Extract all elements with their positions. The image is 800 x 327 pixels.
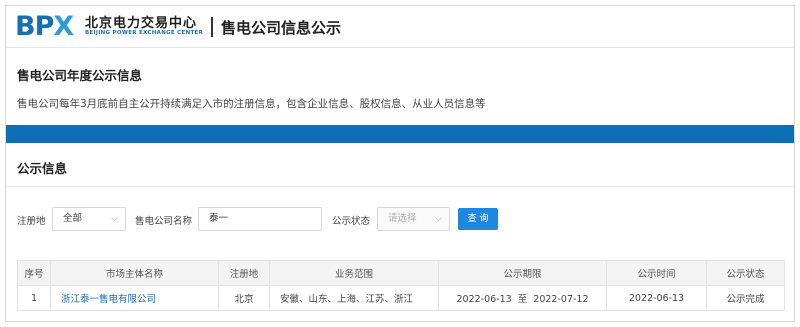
annual-section-title: 售电公司年度公示信息 <box>17 68 143 83</box>
cell-scope: 安徽、山东、上海、江苏、浙江 <box>269 285 439 311</box>
blue-banner-bar <box>6 125 794 143</box>
cell-status: 公示完成 <box>706 285 785 311</box>
chevron-down-icon: ⌵ <box>111 214 118 224</box>
annual-section-description: 售电公司每年3月底前自主公开持续满足入市的注册信息，包含企业信息、股权信息、从业… <box>17 98 486 110</box>
region-select-value: 全部 <box>63 213 83 224</box>
bpx-logo[interactable]: BPX <box>15 10 74 42</box>
cell-date: 2022-06-13 <box>606 285 707 311</box>
cell-name: 浙江泰一售电有限公司 <box>50 285 219 311</box>
column-header-region: 注册地 <box>218 260 270 286</box>
page-frame: BPX 北京电力交易中心 BEIJING POWER EXCHANGE CENT… <box>5 5 795 322</box>
column-header-period: 公示期限 <box>438 260 607 286</box>
section-divider <box>6 186 794 187</box>
column-header-name: 市场主体名称 <box>50 260 219 286</box>
cell-period: 2022-06-13 至 2022-07-12 <box>438 285 607 311</box>
table-row: 1 浙江泰一售电有限公司 北京 安徽、山东、上海、江苏、浙江 2022-06-1… <box>17 285 785 311</box>
column-header-scope: 业务范围 <box>269 260 439 286</box>
cell-region: 北京 <box>218 285 270 311</box>
company-name-value: 泰一 <box>209 213 229 224</box>
company-link[interactable]: 浙江泰一售电有限公司 <box>61 294 156 305</box>
region-filter-label: 注册地 <box>17 216 46 227</box>
logo-mark-text: BPX <box>15 10 74 42</box>
cell-index: 1 <box>17 285 51 311</box>
public-info-table: 序号 市场主体名称 注册地 业务范围 公示期限 公示时间 公示状态 1 浙江泰一… <box>17 260 785 311</box>
chevron-down-icon: ⌵ <box>435 214 442 224</box>
logo-chinese-name: 北京电力交易中心 <box>85 16 198 31</box>
column-header-status: 公示状态 <box>706 260 785 286</box>
logo-english-name: BEIJING POWER EXCHANGE CENTER <box>85 30 204 36</box>
table-header-row: 序号 市场主体名称 注册地 业务范围 公示期限 公示时间 公示状态 <box>17 260 785 286</box>
status-select-placeholder: 请选择 <box>388 213 417 224</box>
company-filter-label: 售电公司名称 <box>135 216 193 227</box>
status-select[interactable]: 请选择 ⌵ <box>377 207 450 231</box>
header-divider <box>211 17 213 37</box>
search-button[interactable]: 查 询 <box>458 208 498 230</box>
column-header-date: 公示时间 <box>606 260 707 286</box>
company-name-input[interactable]: 泰一 <box>198 207 322 231</box>
page-title: 售电公司信息公示 <box>221 19 342 37</box>
site-header: BPX 北京电力交易中心 BEIJING POWER EXCHANGE CENT… <box>6 6 794 48</box>
region-select[interactable]: 全部 ⌵ <box>52 207 126 231</box>
status-filter-label: 公示状态 <box>332 216 371 227</box>
column-header-index: 序号 <box>17 260 51 286</box>
public-info-title: 公示信息 <box>17 161 68 176</box>
